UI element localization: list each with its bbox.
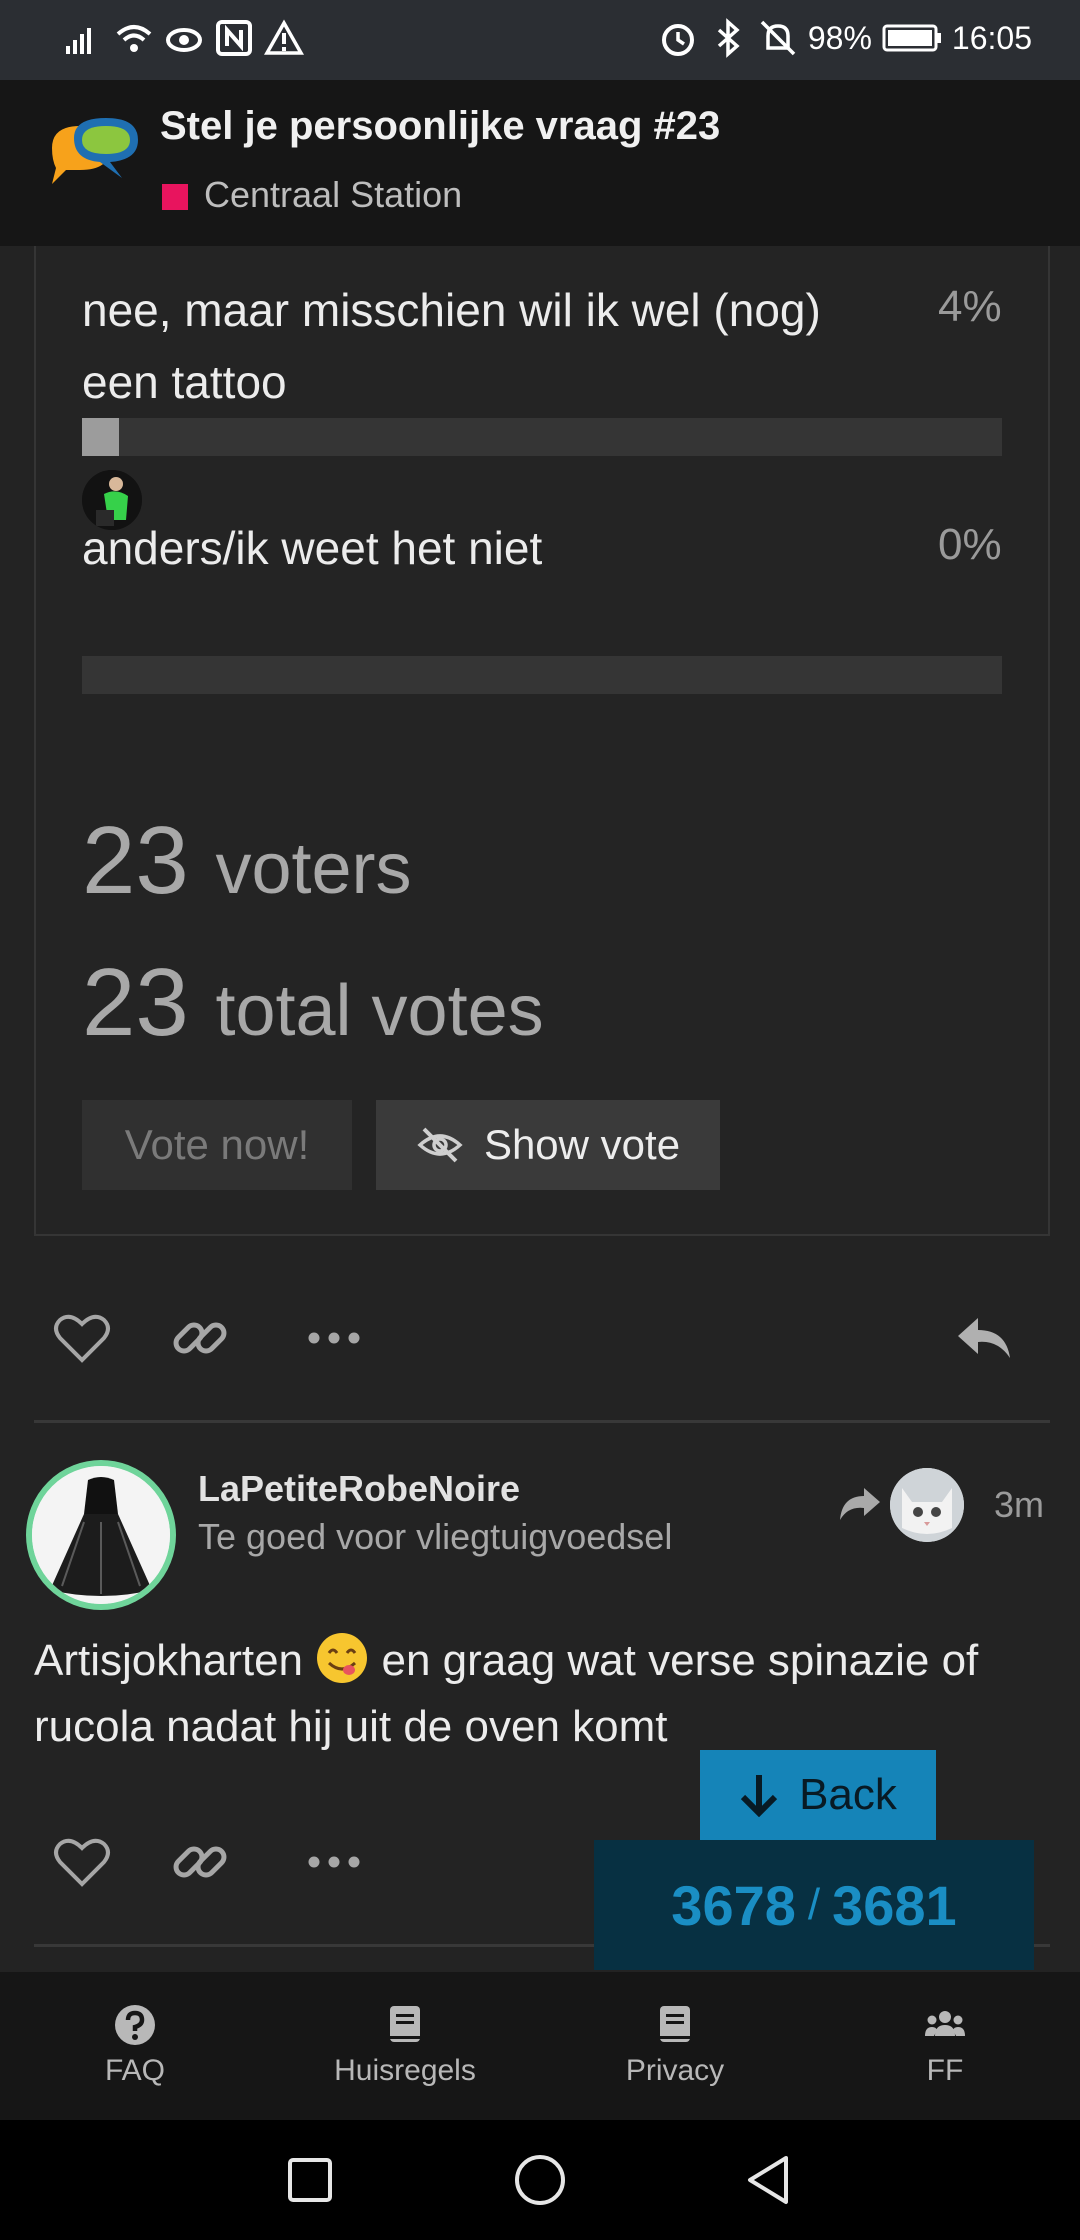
wifi-icon (116, 25, 152, 52)
post-timestamp[interactable]: 3m (994, 1484, 1044, 1526)
nav-item-label: FAQ (104, 2054, 165, 2087)
nav-item-label: Huisregels (334, 2054, 476, 2087)
battery-icon (882, 24, 941, 52)
nav-item-faq[interactable]: FAQ (0, 1972, 270, 2120)
recent-apps-square-icon[interactable] (282, 2152, 338, 2208)
reply-to-arrow-icon (840, 1488, 880, 1520)
signal-icon (66, 28, 91, 54)
post-user-title: Te goed voor vliegtuigvoedsel (198, 1516, 673, 1557)
nav-item-privacy[interactable]: Privacy (540, 1972, 810, 2120)
poll-option-percent: 0% (938, 520, 1002, 569)
category-badge (162, 184, 188, 210)
home-circle-icon[interactable] (512, 2152, 568, 2208)
category-name[interactable]: Centraal Station (204, 174, 462, 216)
nav-item-ff[interactable]: FF (810, 1972, 1080, 2120)
post-divider (34, 1420, 1050, 1423)
eye-icon (166, 28, 202, 52)
poll-voters-count: 23 (82, 807, 189, 914)
poll-container: nee, maar misschien wil ik wel (nog) een… (34, 246, 1050, 1236)
question-circle-icon (115, 2005, 155, 2045)
show-vote-label: Show vote (483, 1121, 681, 1168)
clock-time: 16:05 (951, 19, 1032, 56)
bluetooth-icon (717, 18, 740, 58)
poll-total-votes: 23 total votes (82, 948, 544, 1058)
more-options-icon[interactable] (304, 1308, 364, 1368)
system-navigation-bar (0, 2120, 1080, 2240)
show-vote-button[interactable]: Show vote (376, 1100, 720, 1190)
avatar-dress-image (32, 1466, 170, 1604)
bell-muted-icon (760, 20, 796, 56)
back-button[interactable]: Back (700, 1750, 936, 1840)
alarm-icon (661, 24, 694, 56)
users-icon (925, 2011, 965, 2036)
progress-total: 3681 (832, 1873, 957, 1937)
topic-title[interactable]: Stel je persoonlijke vraag #23 (160, 104, 720, 149)
nav-item-label: Privacy (625, 2054, 725, 2087)
like-heart-icon[interactable] (52, 1832, 112, 1892)
book-icon (660, 2006, 690, 2042)
nfc-icon (216, 20, 252, 56)
poll-option-bar (82, 418, 1002, 456)
book-icon (390, 2006, 420, 2042)
poll-voters-label: voters (215, 829, 412, 909)
site-logo[interactable] (30, 112, 142, 208)
back-triangle-icon[interactable] (740, 2152, 796, 2208)
like-heart-icon[interactable] (52, 1308, 112, 1368)
vote-now-button[interactable]: Vote now! (82, 1100, 352, 1190)
bottom-nav: FAQ Huisregels Privacy FF (0, 1972, 1080, 2120)
progress-separator: / (807, 1880, 821, 1929)
battery-percent: 98% (807, 19, 872, 56)
post-username[interactable]: LaPetiteRobeNoire (198, 1468, 520, 1510)
back-button-label: Back (799, 1770, 897, 1819)
poll-option-label: anders/ik weet het niet (82, 512, 542, 584)
eye-slash-icon (417, 1127, 463, 1163)
status-right-icons: 98% 16:05 (658, 18, 1032, 58)
nav-item-label: FF (926, 2054, 964, 2087)
post-body: Artisjokharten en graag wat verse spinaz… (34, 1628, 1034, 1760)
poll-votes-label: total votes (215, 971, 544, 1051)
status-bar: 98% 16:05 (0, 0, 1080, 80)
poll-option-label-line: nee, maar misschien wil ik wel (nog) (82, 284, 821, 336)
poll-option-label-line: een tattoo (82, 356, 287, 408)
arrow-down-icon (740, 1775, 778, 1817)
reply-icon[interactable] (954, 1308, 1014, 1368)
poll-option-percent: 4% (938, 282, 1002, 331)
poll-option-label: nee, maar misschien wil ik wel (nog) een… (82, 274, 821, 418)
nav-item-huisregels[interactable]: Huisregels (270, 1972, 540, 2120)
poll-option-bar (82, 656, 1002, 694)
poll-voters: 23 voters (82, 806, 412, 916)
link-icon[interactable] (170, 1832, 230, 1892)
post-body-text: Artisjokharten (34, 1636, 304, 1685)
more-options-icon[interactable] (304, 1832, 364, 1892)
link-icon[interactable] (170, 1308, 230, 1368)
warning-icon (264, 19, 304, 55)
poll-votes-count: 23 (82, 949, 189, 1056)
poll-option-bar-fill (82, 418, 119, 456)
progress-current: 3678 (671, 1873, 796, 1937)
status-left-icons (64, 18, 304, 58)
yum-face-emoji-icon (317, 1633, 368, 1683)
reply-to-avatar[interactable] (890, 1468, 964, 1542)
topic-progress[interactable]: 3678 / 3681 (594, 1840, 1034, 1970)
cat-avatar-image (890, 1468, 964, 1542)
poll-option-label-line: anders/ik weet het niet (82, 522, 543, 574)
user-avatar[interactable] (26, 1460, 176, 1610)
